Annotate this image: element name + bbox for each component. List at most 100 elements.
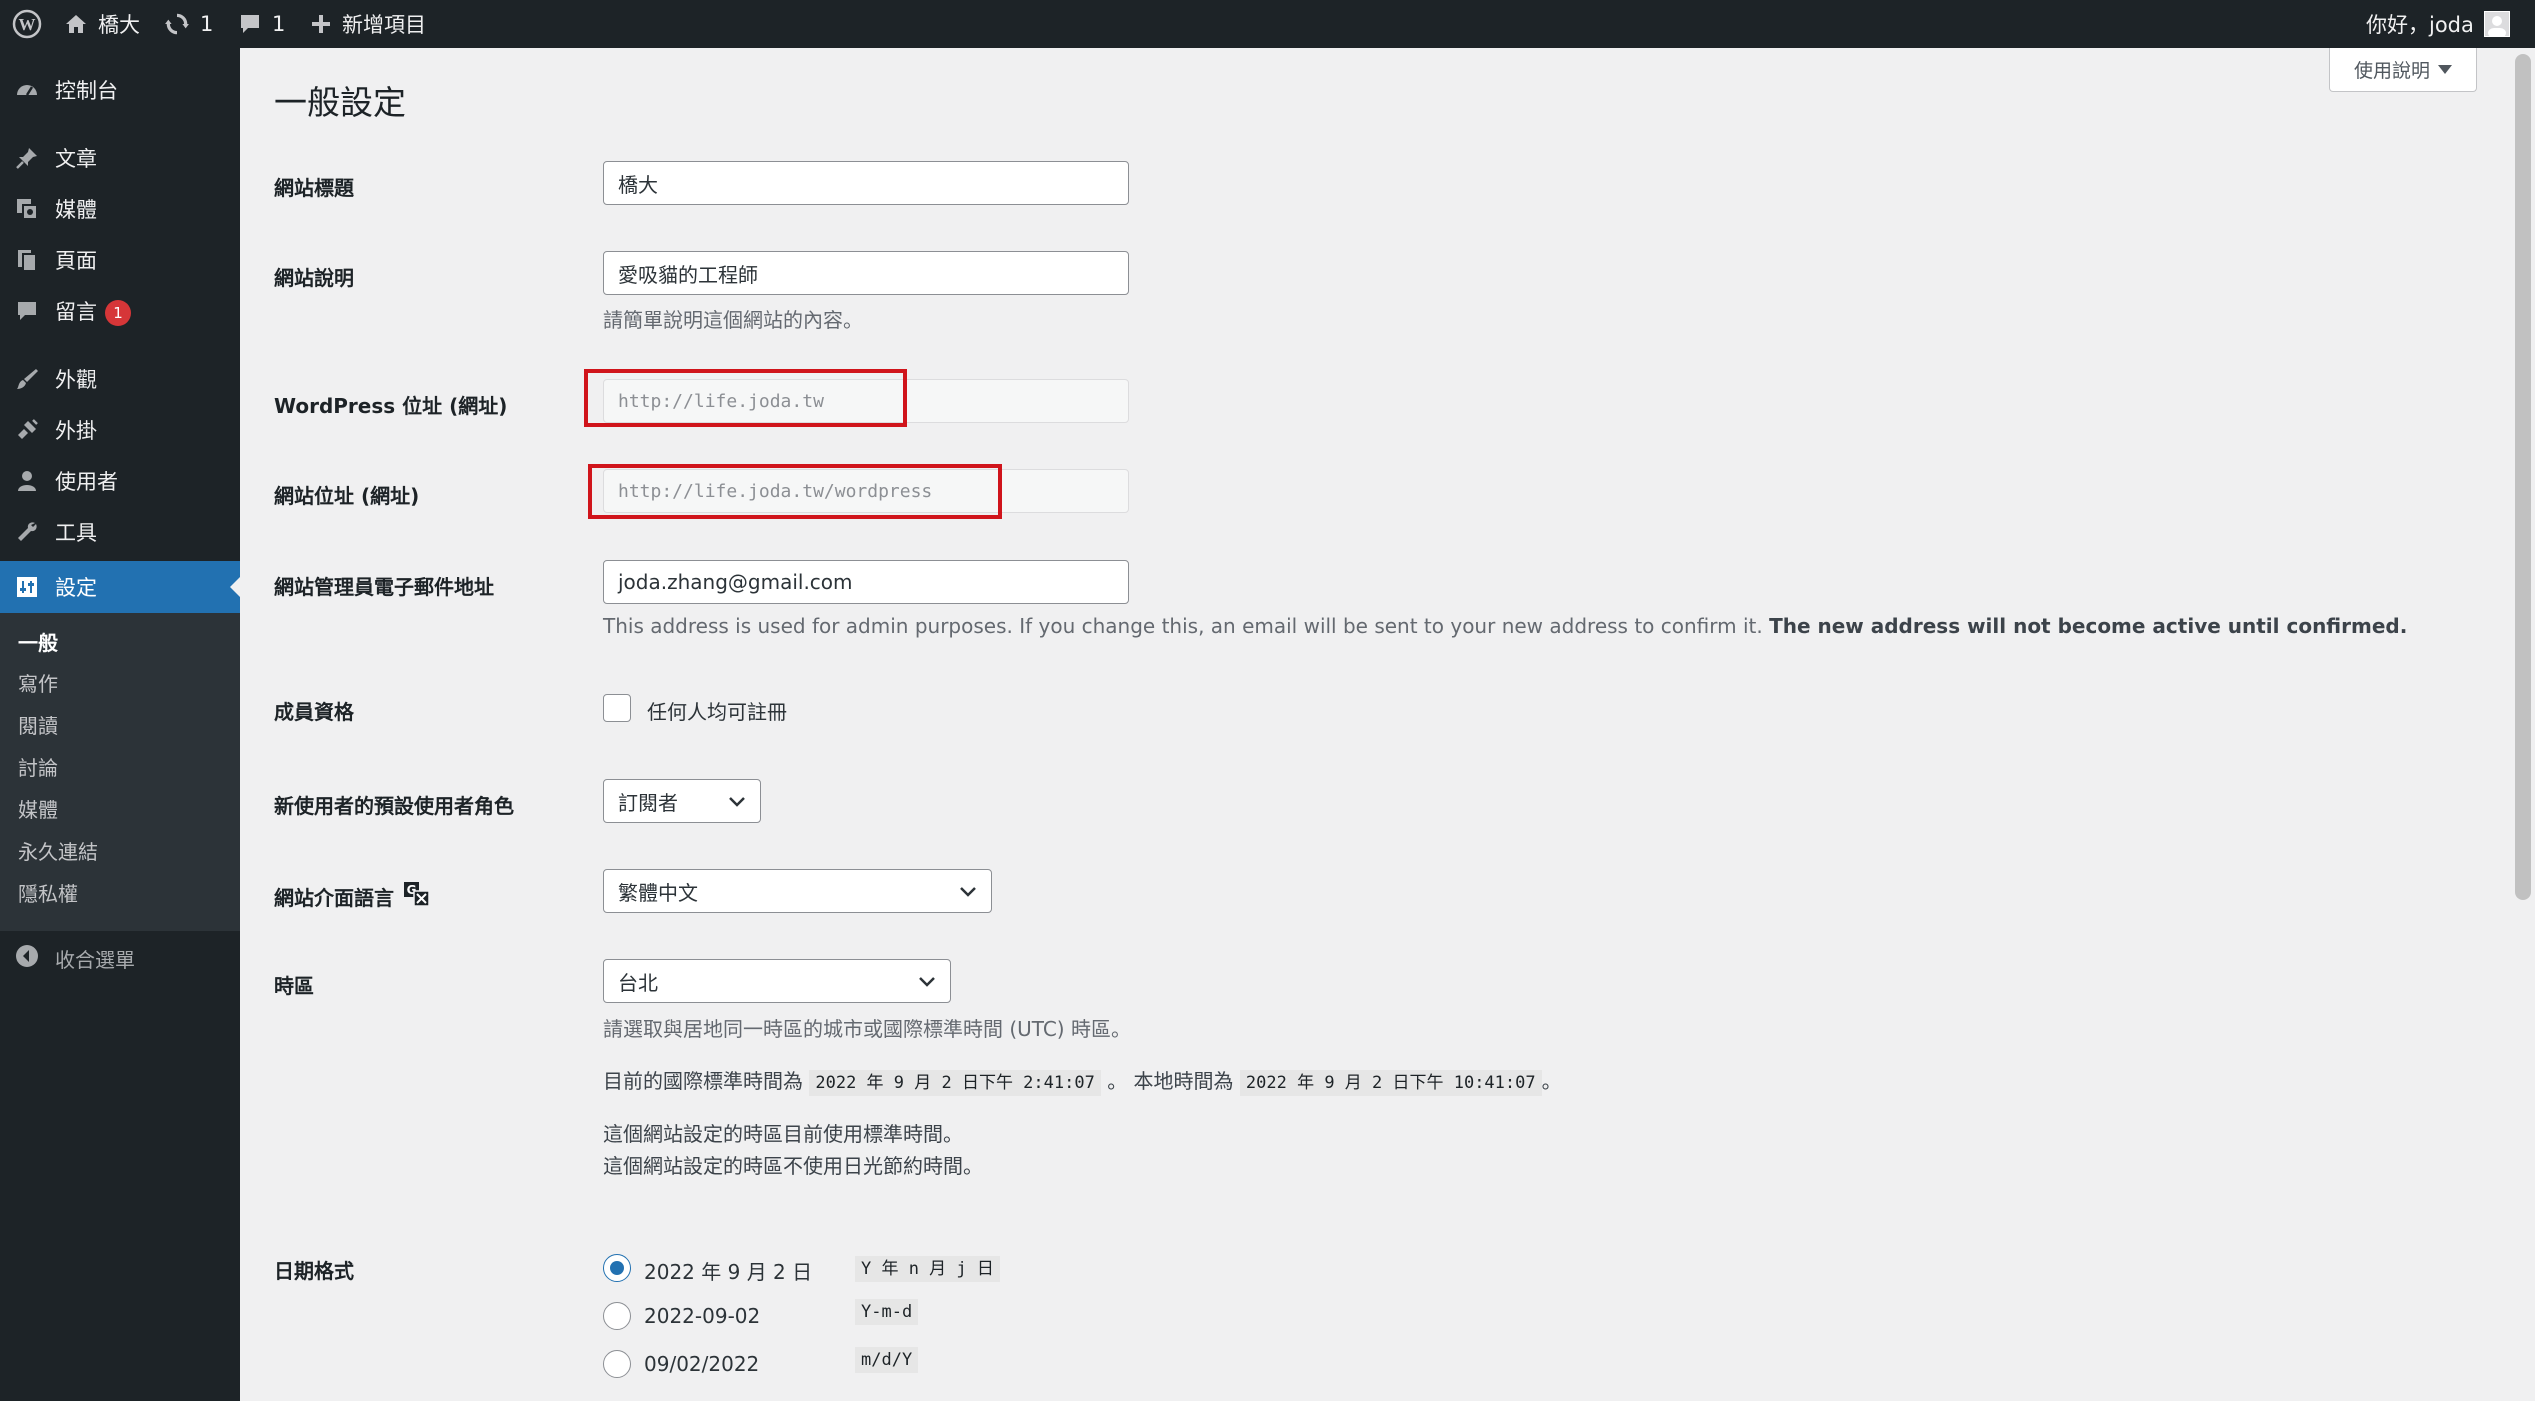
plugin-icon <box>14 417 40 443</box>
submenu-writing[interactable]: 寫作 <box>18 668 58 697</box>
site-name: 橋大 <box>98 13 140 37</box>
home-icon <box>64 12 88 36</box>
page-scrollbar[interactable] <box>2511 48 2535 1401</box>
timezone-value: 台北 <box>618 970 658 995</box>
timezone-label: 時區 <box>274 974 314 998</box>
svg-text:W: W <box>19 15 36 34</box>
site-title-input[interactable]: 橋大 <box>603 161 1129 205</box>
site-language-value: 繁體中文 <box>618 880 698 905</box>
tagline-label: 網站說明 <box>274 266 354 290</box>
page-title: 一般設定 <box>274 83 406 122</box>
menu-item-plugins[interactable]: 外掛 <box>0 404 240 456</box>
local-time: 2022 年 9 月 2 日下午 10:41:07 <box>1239 1070 1542 1096</box>
menu-item-dashboard[interactable]: 控制台 <box>0 64 240 116</box>
tagline-description: 請簡單說明這個網站的內容。 <box>603 308 863 332</box>
site-title-label: 網站標題 <box>274 176 354 200</box>
submenu-reading[interactable]: 閱讀 <box>18 710 58 739</box>
chevron-down-icon <box>918 969 936 993</box>
my-account-link[interactable]: 你好，joda <box>2366 0 2510 48</box>
membership-label: 成員資格 <box>274 700 354 724</box>
site-language-select[interactable]: 繁體中文 <box>603 869 992 913</box>
chevron-down-icon <box>959 879 977 903</box>
plus-icon <box>310 13 332 35</box>
collapse-icon <box>15 944 39 973</box>
menu-item-comments[interactable]: 留言 1 <box>0 285 240 337</box>
wordpress-logo-icon[interactable]: W <box>12 0 42 48</box>
user-icon <box>14 468 40 494</box>
comment-icon <box>14 298 40 324</box>
triangle-down-icon <box>2438 65 2452 74</box>
help-tab-button[interactable]: 使用說明 <box>2329 48 2477 92</box>
date-format-radio-1[interactable] <box>603 1254 631 1282</box>
site-address-label: 網站位址 (網址) <box>274 484 420 508</box>
date-format-radio-2[interactable] <box>603 1302 631 1330</box>
current-menu-arrow <box>230 577 240 597</box>
menu-item-media[interactable]: 媒體 <box>0 183 240 235</box>
new-item-label: 新增項目 <box>342 13 426 37</box>
timezone-note-2: 這個網站設定的時區不使用日光節約時間。 <box>603 1154 983 1178</box>
time-info: 目前的國際標準時間為 2022 年 9 月 2 日下午 2:41:07 。 本地… <box>603 1065 1562 1096</box>
admin-bar: W 橋大 1 1 新增項目 你好，joda <box>0 0 2535 48</box>
admin-email-input[interactable]: joda.zhang@gmail.com <box>603 560 1129 604</box>
date-format-option-label[interactable]: 09/02/2022 <box>644 1352 759 1376</box>
scrollbar-thumb[interactable] <box>2515 54 2531 900</box>
pin-icon <box>14 145 40 171</box>
site-language-label: 網站介面語言 G <box>274 880 432 913</box>
comments-badge: 1 <box>105 300 131 326</box>
collapse-menu-button[interactable]: 收合選單 <box>0 932 240 982</box>
updates-link[interactable]: 1 <box>164 0 213 48</box>
settings-submenu: 一般 寫作 閱讀 討論 媒體 永久連結 隱私權 <box>0 613 240 931</box>
dashboard-icon <box>14 77 40 103</box>
admin-email-description: This address is used for admin purposes.… <box>603 614 2408 638</box>
greeting: 你好，joda <box>2366 13 2474 37</box>
site-language-label-text: 網站介面語言 <box>274 886 394 910</box>
timezone-select[interactable]: 台北 <box>603 959 951 1003</box>
page-icon <box>14 247 40 273</box>
avatar <box>2483 11 2510 37</box>
timezone-note-1: 這個網站設定的時區目前使用標準時間。 <box>603 1122 963 1146</box>
comments-link[interactable]: 1 <box>238 0 285 48</box>
date-format-label: 日期格式 <box>274 1259 354 1283</box>
timezone-description: 請選取與居地同一時區的城市或國際標準時間 (UTC) 時區。 <box>603 1017 1131 1041</box>
menu-item-pages[interactable]: 頁面 <box>0 234 240 286</box>
translation-icon: G <box>402 880 432 913</box>
help-tab-label: 使用說明 <box>2353 60 2430 82</box>
default-role-label: 新使用者的預設使用者角色 <box>274 794 514 818</box>
submenu-media[interactable]: 媒體 <box>18 794 58 823</box>
menu-item-posts[interactable]: 文章 <box>0 132 240 184</box>
membership-checkbox[interactable] <box>603 694 631 722</box>
date-format-code: Y 年 n 月 j 日 <box>855 1256 1000 1282</box>
tagline-input[interactable]: 愛吸貓的工程師 <box>603 251 1129 295</box>
media-icon <box>14 196 40 222</box>
menu-item-appearance[interactable]: 外觀 <box>0 353 240 405</box>
menu-item-users[interactable]: 使用者 <box>0 455 240 507</box>
date-format-code: m/d/Y <box>855 1347 919 1373</box>
admin-email-description-bold: The new address will not become active u… <box>1769 614 2408 638</box>
submenu-privacy[interactable]: 隱私權 <box>18 878 78 907</box>
updates-count: 1 <box>200 12 214 36</box>
wp-address-label: WordPress 位址 (網址) <box>274 394 508 418</box>
submenu-permalinks[interactable]: 永久連結 <box>18 836 98 865</box>
comment-icon <box>238 12 262 36</box>
admin-email-label: 網站管理員電子郵件地址 <box>274 575 494 599</box>
chevron-down-icon <box>728 789 746 813</box>
new-item-link[interactable]: 新增項目 <box>310 0 426 48</box>
date-format-option-label[interactable]: 2022-09-02 <box>644 1304 760 1328</box>
utc-time: 2022 年 9 月 2 日下午 2:41:07 <box>809 1070 1101 1096</box>
date-format-option-label[interactable]: 2022 年 9 月 2 日 <box>644 1256 812 1285</box>
annotation-highlight-box <box>584 369 907 427</box>
menu-item-tools[interactable]: 工具 <box>0 506 240 558</box>
wrench-icon <box>14 519 40 545</box>
submenu-discussion[interactable]: 討論 <box>18 752 58 781</box>
collapse-label: 收合選單 <box>55 948 135 972</box>
annotation-highlight-box <box>588 464 1002 519</box>
menu-item-settings[interactable]: 設定 <box>0 561 240 613</box>
membership-checkbox-label[interactable]: 任何人均可註冊 <box>647 696 787 725</box>
settings-icon <box>14 574 40 600</box>
default-role-select[interactable]: 訂閱者 <box>603 779 761 823</box>
submenu-general[interactable]: 一般 <box>18 627 58 656</box>
site-name-link[interactable]: 橋大 <box>64 0 140 48</box>
menu-label-comments: 留言 <box>55 300 97 324</box>
comments-count: 1 <box>272 12 286 36</box>
date-format-radio-3[interactable] <box>603 1350 631 1378</box>
